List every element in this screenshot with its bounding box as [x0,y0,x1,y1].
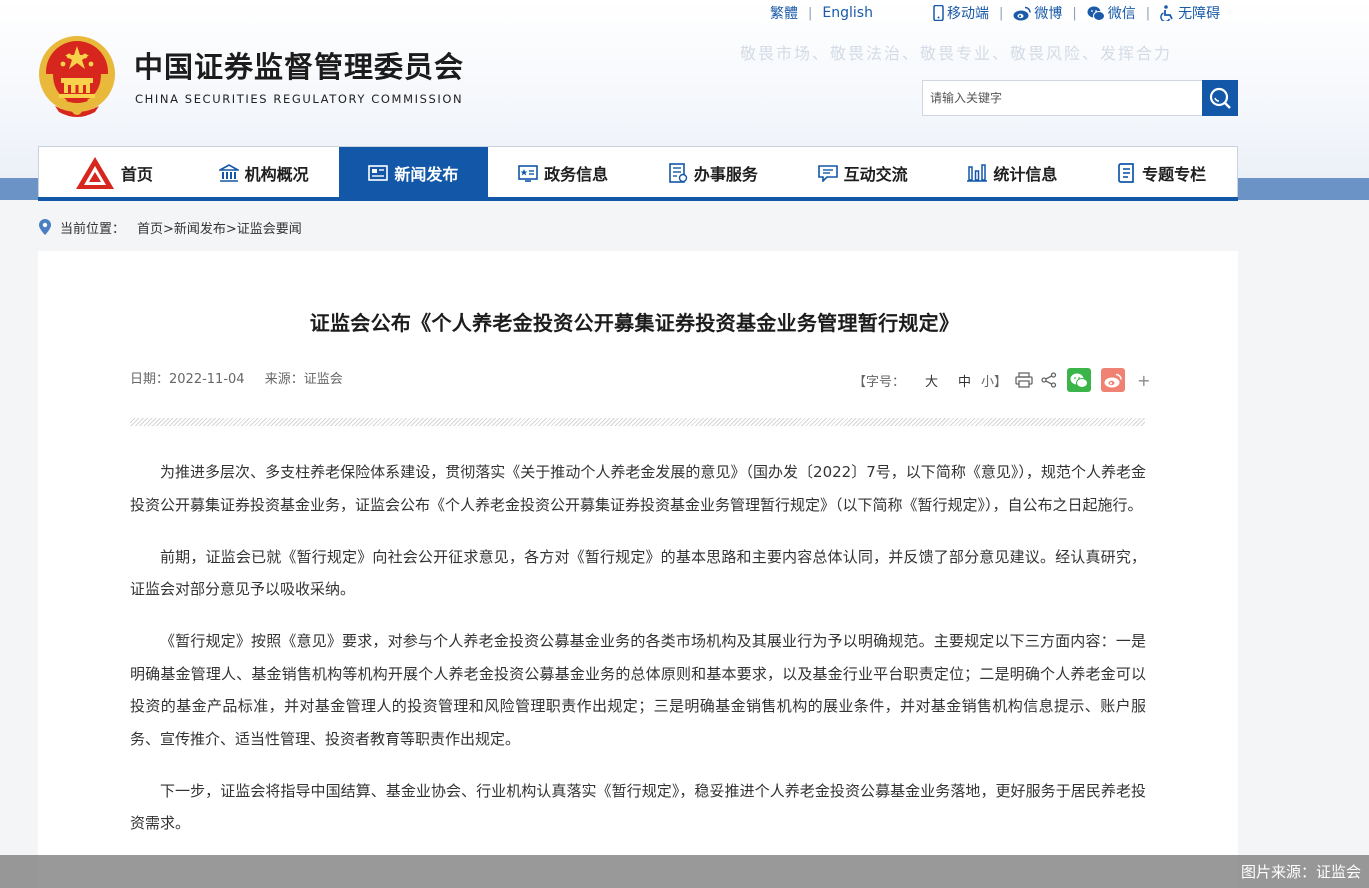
weibo-icon [1104,373,1122,387]
share-wechat-button[interactable] [1067,368,1092,392]
image-source-text: 图片来源：证监会 [1240,863,1361,881]
font-size-label: 【字号： [853,374,906,390]
nav-label: 统计信息 [993,164,1058,184]
gov-info-icon [518,164,538,182]
article-date: 日期：2022-11-04 [130,372,245,387]
article-title: 证监会公布《个人养老金投资公开募集证券投资基金业务管理暂行规定》 [309,311,960,335]
share-more-button[interactable]: + [1137,371,1150,390]
search-button[interactable] [1202,80,1238,116]
share-weibo-button[interactable] [1101,368,1126,392]
national-emblem-logo[interactable] [37,34,117,118]
nav-item-gov-info[interactable]: 政务信息 [488,147,638,198]
nav-item-special-topics[interactable]: 专题专栏 [1087,147,1237,198]
top-links: 繁體 | English 移动端 | 微博 | 微信 | 无障碍 [770,3,1221,23]
article-paragraph: 为推进多层次、多支柱养老保险体系建设，贯彻落实《关于推动个人养老金发展的意见》（… [130,463,1146,514]
search-box [922,80,1238,116]
mobile-phone-icon [933,5,944,21]
weibo-link-label: 微博 [1034,6,1063,22]
nav-label: 新闻发布 [394,164,459,184]
services-icon [669,162,688,183]
chat-icon [817,164,838,182]
article-paragraph: 《暂行规定》按照《意见》要求，对参与个人养老金投资公募基金业务的各类市场机构及其… [130,632,1146,748]
nav-label: 政务信息 [544,164,609,184]
weibo-link[interactable]: 微博 [1013,3,1062,23]
english-link[interactable]: English [822,5,873,21]
wechat-icon [1087,6,1105,21]
topic-icon [1118,162,1134,183]
org-name-cn: 中国证券监督管理委员会 [134,50,465,84]
article-paragraph: 前期，证监会已就《暂行规定》向社会公开征求意见，各方对《暂行规定》的基本思路和主… [130,547,1146,599]
nav-item-about[interactable]: 机构概况 [189,147,339,198]
wechat-link-label: 微信 [1107,6,1136,22]
traditional-chinese-link[interactable]: 繁體 [770,3,798,23]
print-icon [1015,372,1033,388]
bar-chart-icon [967,163,988,182]
share-button[interactable] [1041,372,1057,388]
nav-label: 办事服务 [693,164,758,184]
home-logo-icon [75,156,114,189]
nav-label: 专题专栏 [1142,164,1207,184]
wechat-link[interactable]: 微信 [1087,3,1136,23]
accessibility-link[interactable]: 无障碍 [1160,3,1220,23]
share-icon [1041,372,1057,388]
nav-label: 首页 [120,164,153,184]
image-source-caption: 图片来源：证监会 [0,855,1369,888]
accessibility-link-label: 无障碍 [1178,6,1221,22]
nav-label: 机构概况 [244,164,309,184]
org-name-en: CHINA SECURITIES REGULATORY COMMISSION [135,92,464,106]
institution-icon [218,163,239,182]
article-tools: 【字号： 大 中 小】 + [853,366,1150,394]
article-body: 为推进多层次、多支柱养老保险体系建设，贯彻落实《关于推动个人养老金发展的意见》（… [130,456,1146,859]
news-icon [368,164,389,181]
article-paragraph: 下一步，证监会将指导中国结算、基金业协会、行业机构认真落实《暂行规定》，稳妥推进… [130,781,1146,833]
wechat-icon [1070,373,1089,388]
article-meta: 日期：2022-11-04 来源：证监会 [130,368,359,387]
mobile-link[interactable]: 移动端 [933,3,989,23]
breadcrumb-path[interactable]: 首页>新闻发布>证监会要闻 [137,218,302,237]
accessibility-icon [1160,5,1173,21]
nav-item-home[interactable]: 首页 [39,147,189,198]
article-source: 来源：证监会 [264,372,343,387]
nav-item-news[interactable]: 新闻发布 [338,147,489,198]
nav-label: 互动交流 [843,164,908,184]
nav-item-services[interactable]: 办事服务 [638,147,788,198]
nav-item-statistics[interactable]: 统计信息 [938,147,1088,198]
weibo-icon [1013,6,1032,20]
nav-item-interaction[interactable]: 互动交流 [788,147,938,198]
nav-underline [38,197,1238,201]
search-icon [1209,87,1231,109]
mobile-link-label: 移动端 [946,6,989,22]
breadcrumb: 当前位置： 首页>新闻发布>证监会要闻 [38,217,302,237]
font-size-small-button[interactable]: 小】 [981,371,1007,390]
search-input[interactable] [923,81,1202,115]
slogan: 敬畏市场、敬畏法治、敬畏专业、敬畏风险、发挥合力 [740,44,1173,63]
font-size-medium-button[interactable]: 中 [958,371,971,390]
location-pin-icon [39,219,51,235]
hatched-divider [130,418,1145,426]
breadcrumb-label: 当前位置： [60,221,126,237]
main-nav: 首页 机构概况 新闻发布 政务信息 办事服务 互动交流 统计信息 专题专栏 [38,146,1238,201]
print-button[interactable] [1015,372,1033,388]
font-size-large-button[interactable]: 大 [925,371,938,390]
